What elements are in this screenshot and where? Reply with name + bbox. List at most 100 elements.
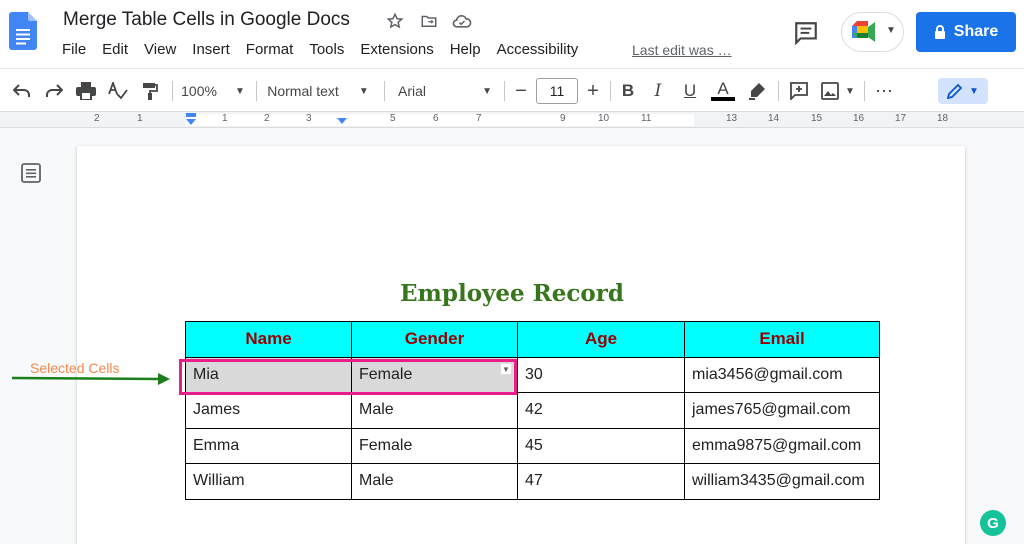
- document-outline-icon[interactable]: [20, 162, 42, 184]
- share-button[interactable]: Share: [916, 12, 1016, 52]
- comment-history-icon[interactable]: [793, 20, 819, 46]
- ruler-label: 6: [433, 113, 439, 124]
- zoom-value: 100%: [181, 83, 217, 99]
- table-cell[interactable]: 42: [517, 392, 685, 429]
- left-indent-marker-icon[interactable]: [185, 113, 197, 127]
- decrease-font-size-button[interactable]: −: [510, 79, 532, 103]
- table-cell[interactable]: Female: [351, 427, 518, 464]
- share-label: Share: [953, 23, 999, 40]
- menu-accessibility[interactable]: Accessibility: [497, 41, 579, 58]
- zoom-select[interactable]: 100% ▼: [180, 79, 246, 103]
- grammarly-icon[interactable]: G: [980, 510, 1006, 536]
- table-cell[interactable]: emma9875@gmail.com: [684, 427, 880, 464]
- chevron-down-icon: ▼: [482, 85, 492, 97]
- menu-bar: File Edit View Insert Format Tools Exten…: [62, 41, 594, 58]
- toolbar-divider: [610, 81, 611, 101]
- google-docs-logo-icon[interactable]: [9, 12, 37, 50]
- font-size-input[interactable]: 11: [536, 78, 578, 104]
- menu-format[interactable]: Format: [246, 41, 294, 58]
- meet-button[interactable]: ▼: [841, 12, 904, 52]
- table-header-cell[interactable]: Email: [684, 321, 880, 358]
- ruler-label: 15: [811, 113, 823, 124]
- horizontal-ruler[interactable]: 2 1 1 2 3 5 6 7 9 10 11 13 14 15 16 17 1…: [0, 112, 1024, 128]
- toolbar-divider: [256, 81, 257, 101]
- document-heading: Employee Record: [400, 280, 624, 307]
- print-icon[interactable]: [74, 79, 98, 103]
- increase-font-size-button[interactable]: +: [582, 79, 604, 103]
- table-cell[interactable]: william3435@gmail.com: [684, 463, 880, 500]
- table-cell[interactable]: Emma: [185, 427, 352, 464]
- font-family-select[interactable]: Arial ▼: [392, 79, 498, 103]
- ruler-label: 1: [222, 113, 228, 124]
- table-cell[interactable]: James: [185, 392, 352, 429]
- header-bar: Merge Table Cells in Google Docs File Ed…: [0, 0, 1024, 68]
- table-cell[interactable]: 30: [517, 356, 685, 393]
- table-cell[interactable]: james765@gmail.com: [684, 392, 880, 429]
- ruler-label: 17: [895, 113, 907, 124]
- column-marker-icon[interactable]: [336, 116, 348, 126]
- menu-edit[interactable]: Edit: [102, 41, 128, 58]
- table-header-cell[interactable]: Name: [185, 321, 352, 358]
- cell-options-dropdown-icon[interactable]: ▼: [500, 363, 512, 375]
- menu-extensions[interactable]: Extensions: [360, 41, 433, 58]
- paint-format-icon[interactable]: [138, 79, 162, 103]
- cloud-saved-icon[interactable]: [451, 10, 473, 32]
- table-cell[interactable]: mia3456@gmail.com: [684, 356, 880, 393]
- menu-view[interactable]: View: [144, 41, 176, 58]
- table-header-row: Name Gender Age Email: [185, 321, 880, 358]
- ruler-label: 2: [94, 113, 100, 124]
- table-cell[interactable]: 45: [517, 427, 685, 464]
- annotation-arrow-icon: [12, 373, 170, 385]
- selected-cells-highlight: [179, 359, 517, 395]
- insert-image-button[interactable]: ▼: [818, 79, 858, 103]
- italic-button[interactable]: I: [648, 79, 668, 103]
- table-cell[interactable]: 47: [517, 463, 685, 500]
- employee-table: Name Gender Age Email Mia Female 30 mia3…: [185, 321, 880, 500]
- table-cell[interactable]: Male: [351, 463, 518, 500]
- ruler-label: 5: [390, 113, 396, 124]
- table-cell[interactable]: William: [185, 463, 352, 500]
- paragraph-style-select[interactable]: Normal text ▼: [264, 79, 372, 103]
- ruler-label: 11: [641, 113, 652, 124]
- text-color-swatch: [711, 97, 735, 101]
- lock-icon: [934, 25, 945, 39]
- star-icon[interactable]: [384, 10, 406, 32]
- paragraph-style-value: Normal text: [267, 83, 339, 99]
- underline-button[interactable]: U: [680, 79, 700, 103]
- pencil-icon: [947, 83, 963, 99]
- highlight-icon[interactable]: [745, 79, 769, 103]
- undo-icon[interactable]: [10, 79, 34, 103]
- bold-button[interactable]: B: [618, 79, 638, 103]
- ruler-label: 1: [137, 113, 143, 124]
- menu-tools[interactable]: Tools: [309, 41, 344, 58]
- move-folder-icon[interactable]: [418, 10, 440, 32]
- toolbar-divider: [172, 81, 173, 101]
- ruler-label: 7: [476, 113, 482, 124]
- table-header-cell[interactable]: Gender: [351, 321, 518, 358]
- menu-file[interactable]: File: [62, 41, 86, 58]
- chevron-down-icon: ▼: [234, 85, 245, 97]
- redo-icon[interactable]: [42, 79, 66, 103]
- spellcheck-icon[interactable]: [106, 79, 130, 103]
- table-header-cell[interactable]: Age: [517, 321, 685, 358]
- toolbar-divider: [384, 81, 385, 101]
- ruler-label: 2: [264, 113, 270, 124]
- document-title[interactable]: Merge Table Cells in Google Docs: [63, 9, 350, 31]
- meet-dropdown-arrow-icon: ▼: [886, 25, 896, 36]
- text-color-button[interactable]: A: [710, 79, 736, 103]
- menu-help[interactable]: Help: [450, 41, 481, 58]
- ruler-content-area: [186, 114, 694, 126]
- table-row: Emma Female 45 emma9875@gmail.com: [185, 427, 880, 464]
- more-options-icon[interactable]: ⋯: [872, 79, 896, 103]
- menu-insert[interactable]: Insert: [192, 41, 230, 58]
- meet-icon: [852, 21, 875, 42]
- insert-comment-icon[interactable]: [788, 79, 810, 103]
- last-edit-link[interactable]: Last edit was …: [632, 42, 732, 58]
- editing-mode-button[interactable]: ▼: [938, 78, 988, 104]
- ruler-label: 18: [937, 113, 949, 124]
- font-family-value: Arial: [398, 83, 427, 99]
- ruler-label: 9: [560, 113, 566, 124]
- text-color-label: A: [717, 79, 729, 98]
- toolbar: 100% ▼ Normal text ▼ Arial ▼ − 11 + B I …: [0, 68, 1024, 112]
- table-cell[interactable]: Male: [351, 392, 518, 429]
